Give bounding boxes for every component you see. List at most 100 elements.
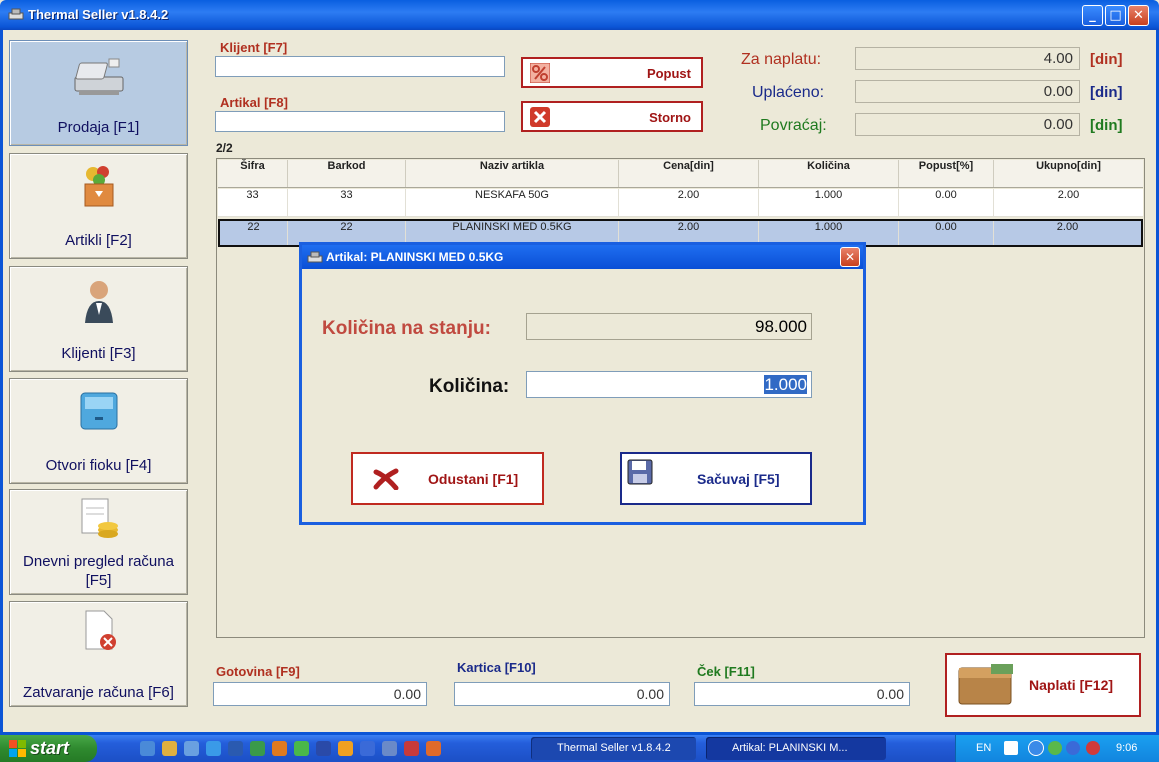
sidebar-item-zatvaranje[interactable]: Zatvaranje računa [F6]: [9, 601, 188, 707]
quicklaunch-icon[interactable]: [404, 741, 419, 756]
check-label: Ček [F11]: [697, 664, 755, 679]
sidebar-item-artikli[interactable]: Artikli [F2]: [9, 153, 188, 259]
quicklaunch-icon[interactable]: [426, 741, 441, 756]
quicklaunch-icon[interactable]: [140, 741, 155, 756]
quicklaunch-icon[interactable]: [338, 741, 353, 756]
sidebar-item-label: Prodaja [F1]: [57, 119, 140, 136]
clock[interactable]: 9:06: [1116, 742, 1137, 754]
close-window-button[interactable]: ✕: [1128, 5, 1149, 26]
cell-popust: 0.00: [899, 189, 994, 216]
quicklaunch-icon[interactable]: [360, 741, 375, 756]
sidebar-item-klijenti[interactable]: Klijenti [F3]: [9, 266, 188, 372]
system-tray: EN 9:06: [955, 735, 1159, 762]
cell-barkod: 33: [288, 189, 406, 216]
daily-report-icon: [81, 498, 118, 538]
client-person-icon: [84, 281, 113, 323]
column-header[interactable]: Cena[din]: [619, 160, 759, 187]
column-header[interactable]: Ukupno[din]: [994, 160, 1143, 187]
card-input[interactable]: 0.00: [454, 682, 670, 706]
quicklaunch-icon[interactable]: [316, 741, 331, 756]
cell-naziv: NESKAFA 50G: [406, 189, 619, 216]
za-naplatu-value: 4.00: [855, 47, 1080, 70]
drawer-icon: [80, 392, 117, 430]
card-label: Kartica [F10]: [457, 660, 536, 675]
cell-cena: 2.00: [619, 189, 759, 216]
cancel-x-icon: [373, 468, 399, 490]
quicklaunch-icon[interactable]: [162, 741, 177, 756]
minimize-button[interactable]: _: [1082, 5, 1103, 26]
quantity-label: Količina:: [429, 376, 510, 397]
windows-logo-icon: [9, 740, 26, 757]
cancel-x-icon: [530, 107, 550, 127]
cancel-button-label: Odustani [F1]: [428, 471, 519, 487]
client-label: Klijent [F7]: [220, 40, 288, 55]
stock-label: Količina na stanju:: [322, 318, 491, 339]
table-row[interactable]: 33 33 NESKAFA 50G 2.00 1.000 0.00 2.00: [218, 189, 1143, 217]
dialog-close-button[interactable]: ✕: [840, 247, 860, 267]
za-naplatu-label: Za naplatu:: [741, 51, 822, 68]
cash-label: Gotovina [F9]: [216, 664, 300, 679]
article-input[interactable]: [215, 111, 505, 132]
quantity-dialog: Artikal: PLANINSKI MED 0.5KG ✕ Količina …: [299, 242, 866, 525]
column-header[interactable]: Naziv artikla: [406, 160, 619, 187]
column-header[interactable]: Popust[%]: [899, 160, 994, 187]
help-icon[interactable]: [1004, 741, 1018, 755]
sidebar-item-label: Dnevni pregled računa [F5]: [23, 553, 174, 589]
save-button[interactable]: Sačuvaj [F5]: [620, 452, 812, 505]
quicklaunch-icon[interactable]: [272, 741, 287, 756]
quicklaunch-icon[interactable]: [228, 741, 243, 756]
taskbar: start Thermal Seller v1.8.4.2 Artikal: P…: [0, 735, 1159, 762]
language-indicator[interactable]: EN: [976, 742, 991, 754]
tray-icon[interactable]: [1066, 741, 1080, 755]
quicklaunch-icon[interactable]: [206, 741, 221, 756]
sidebar-item-label: Zatvaranje računa [F6]: [23, 684, 174, 701]
close-receipt-icon: [85, 610, 116, 650]
window-title: Thermal Seller v1.8.4.2: [28, 7, 169, 22]
products-box-icon: [84, 166, 113, 207]
discount-button-label: Popust: [646, 66, 691, 81]
network-icon[interactable]: [1028, 740, 1044, 756]
sidebar-item-label: Artikli [F2]: [65, 232, 132, 249]
quicklaunch-icon[interactable]: [184, 741, 199, 756]
sidebar-item-dnevni-pregled[interactable]: Dnevni pregled računa [F5]: [9, 489, 188, 595]
taskbar-task-artikal[interactable]: Artikal: PLANINSKI M...: [706, 737, 886, 760]
column-header[interactable]: Količina: [759, 160, 899, 187]
sidebar-item-otvori-fioku[interactable]: Otvori fioku [F4]: [9, 378, 188, 484]
start-button[interactable]: start: [0, 735, 97, 762]
storno-button[interactable]: Storno: [521, 101, 703, 132]
quicklaunch-icon[interactable]: [382, 741, 397, 756]
quantity-input-value: 1.000: [764, 375, 807, 394]
cash-input[interactable]: 0.00: [213, 682, 427, 706]
column-header[interactable]: Barkod: [288, 160, 406, 187]
pay-button[interactable]: Naplati [F12]: [945, 653, 1141, 717]
save-button-label: Sačuvaj [F5]: [697, 471, 780, 487]
sidebar-item-prodaja[interactable]: Prodaja [F1]: [9, 40, 188, 146]
app-icon: [307, 251, 323, 263]
storno-button-label: Storno: [649, 110, 691, 125]
check-input[interactable]: 0.00: [694, 682, 910, 706]
grid-header: Šifra Barkod Naziv artikla Cena[din] Kol…: [218, 160, 1143, 188]
task-label: Artikal: PLANINSKI M...: [732, 742, 848, 754]
maximize-button[interactable]: □: [1105, 5, 1126, 26]
tray-icon[interactable]: [1048, 741, 1062, 755]
antivirus-icon[interactable]: [1086, 741, 1100, 755]
cash-register-icon: [74, 58, 123, 95]
floppy-disk-icon: [627, 459, 653, 485]
wallet-icon: [958, 664, 1013, 705]
article-label: Artikal [F8]: [220, 95, 288, 110]
client-input[interactable]: [215, 56, 505, 77]
start-label: start: [30, 738, 70, 758]
column-header[interactable]: Šifra: [218, 160, 288, 187]
povracaj-value: 0.00: [855, 113, 1080, 136]
povracaj-label: Povraćaj:: [760, 117, 827, 134]
cancel-button[interactable]: Odustani [F1]: [351, 452, 544, 505]
cell-ukupno: 2.00: [1056, 221, 1079, 233]
currency-label: [din]: [1090, 51, 1123, 68]
quicklaunch-icon[interactable]: [294, 741, 309, 756]
uplaceno-value: 0.00: [855, 80, 1080, 103]
quantity-input[interactable]: 1.000: [526, 371, 812, 398]
taskbar-task-thermal-seller[interactable]: Thermal Seller v1.8.4.2: [531, 737, 696, 760]
quicklaunch-icon[interactable]: [250, 741, 265, 756]
discount-button[interactable]: Popust: [521, 57, 703, 88]
dialog-title: Artikal: PLANINSKI MED 0.5KG: [326, 250, 504, 264]
